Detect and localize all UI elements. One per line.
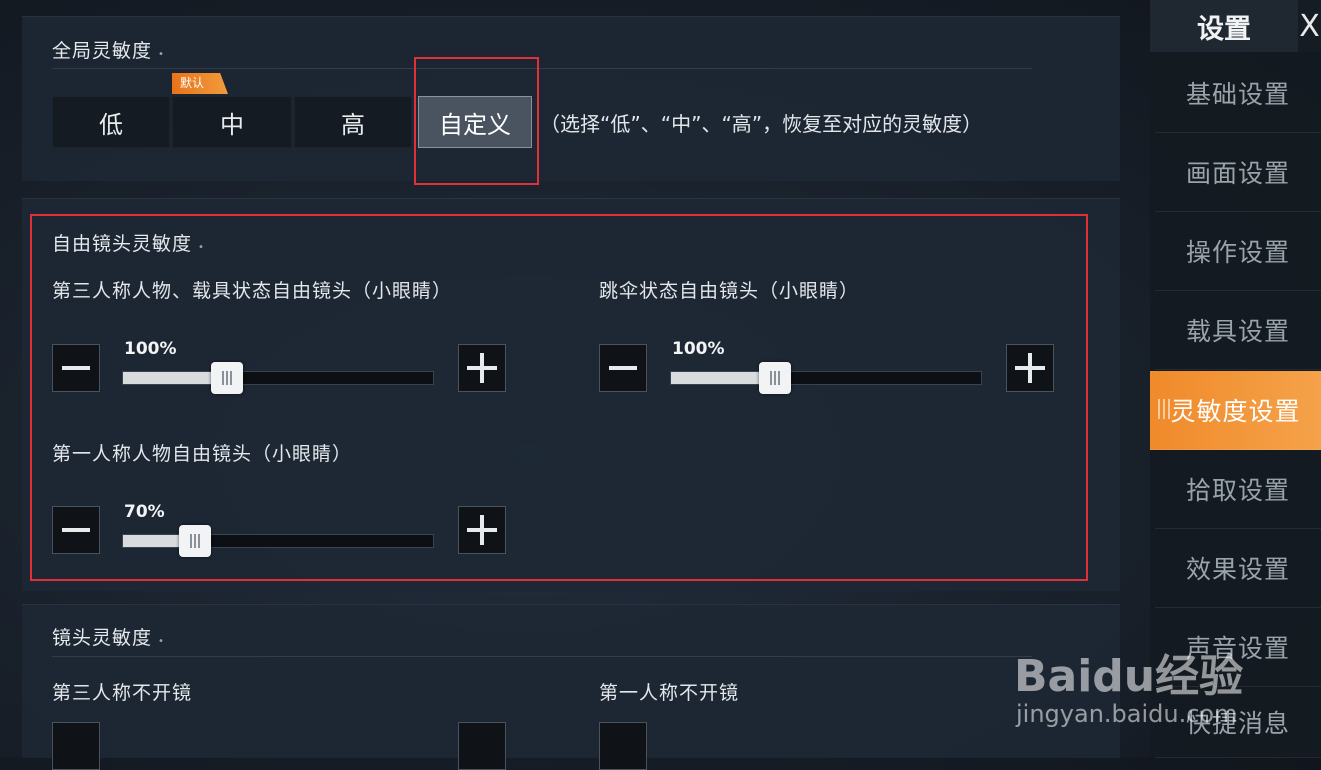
- free-camera-title-text: 自由镜头灵敏度: [52, 233, 193, 255]
- info-dot-icon: •: [198, 242, 205, 253]
- first-person-increase-button[interactable]: [458, 506, 506, 554]
- third-person-no-scope-increase-button[interactable]: [458, 722, 506, 770]
- first-person-decrease-button[interactable]: [52, 506, 100, 554]
- default-badge: 默认: [172, 73, 228, 94]
- plus-icon: [467, 515, 497, 545]
- minus-icon: [609, 366, 637, 370]
- parachute-value: 100%: [672, 339, 725, 359]
- third-person-vehicle-slider[interactable]: [122, 362, 434, 394]
- settings-title: 设置: [1150, 0, 1298, 52]
- sidebar-item-effects[interactable]: 效果设置: [1155, 529, 1321, 608]
- slider-thumb[interactable]: [759, 362, 791, 394]
- minus-icon: [62, 528, 90, 532]
- grip-icon: [1158, 399, 1170, 419]
- plus-icon: [1015, 353, 1045, 383]
- minus-icon: [62, 366, 90, 370]
- divider: [52, 656, 1032, 657]
- preset-high-button[interactable]: 高: [294, 96, 412, 148]
- parachute-decrease-button[interactable]: [599, 344, 647, 392]
- info-dot-icon: •: [158, 49, 165, 60]
- third-person-vehicle-label: 第三人称人物、载具状态自由镜头（小眼睛）: [52, 280, 453, 302]
- sidebar-item-sensitivity[interactable]: 灵敏度设置: [1150, 371, 1321, 450]
- plus-icon: [467, 353, 497, 383]
- sidebar-item-controls[interactable]: 操作设置: [1155, 212, 1321, 291]
- sidebar-item-vehicle[interactable]: 载具设置: [1155, 291, 1321, 370]
- first-person-slider[interactable]: [122, 525, 434, 557]
- baidu-watermark-url: jingyan.baidu.com: [1016, 700, 1238, 728]
- preset-hint: （选择“低”、“中”、“高”，恢复至对应的灵敏度）: [540, 112, 983, 136]
- divider: [52, 68, 1032, 69]
- third-person-no-scope-label: 第三人称不开镜: [52, 682, 193, 704]
- parachute-increase-button[interactable]: [1006, 344, 1054, 392]
- slider-thumb[interactable]: [179, 525, 211, 557]
- global-sensitivity-title: 全局灵敏度 •: [52, 36, 165, 63]
- custom-highlight-box: [414, 57, 539, 185]
- sidebar-item-graphics[interactable]: 画面设置: [1155, 133, 1321, 212]
- first-person-label: 第一人称人物自由镜头（小眼睛）: [52, 443, 353, 465]
- camera-sensitivity-title: 镜头灵敏度 •: [52, 623, 165, 650]
- sidebar-item-sensitivity-label: 灵敏度设置: [1170, 397, 1301, 426]
- baidu-watermark-logo: Baidu经验: [1014, 651, 1244, 702]
- preset-low-button[interactable]: 低: [52, 96, 170, 148]
- preset-medium-button[interactable]: 中: [172, 96, 292, 148]
- global-sensitivity-title-text: 全局灵敏度: [52, 40, 153, 62]
- camera-sensitivity-title-text: 镜头灵敏度: [52, 627, 153, 649]
- third-person-vehicle-value: 100%: [124, 339, 177, 359]
- parachute-label: 跳伞状态自由镜头（小眼睛）: [599, 280, 860, 302]
- close-button[interactable]: X: [1298, 0, 1321, 52]
- first-person-value: 70%: [124, 502, 165, 522]
- third-person-no-scope-decrease-button[interactable]: [52, 722, 100, 770]
- sidebar-item-basic[interactable]: 基础设置: [1155, 54, 1321, 133]
- first-person-no-scope-label: 第一人称不开镜: [599, 682, 740, 704]
- parachute-slider[interactable]: [670, 362, 982, 394]
- slider-thumb[interactable]: [211, 362, 243, 394]
- sidebar-item-pickup[interactable]: 拾取设置: [1155, 450, 1321, 529]
- third-person-vehicle-decrease-button[interactable]: [52, 344, 100, 392]
- info-dot-icon: •: [158, 636, 165, 647]
- third-person-vehicle-increase-button[interactable]: [458, 344, 506, 392]
- first-person-no-scope-decrease-button[interactable]: [599, 722, 647, 770]
- free-camera-title: 自由镜头灵敏度 •: [52, 229, 205, 256]
